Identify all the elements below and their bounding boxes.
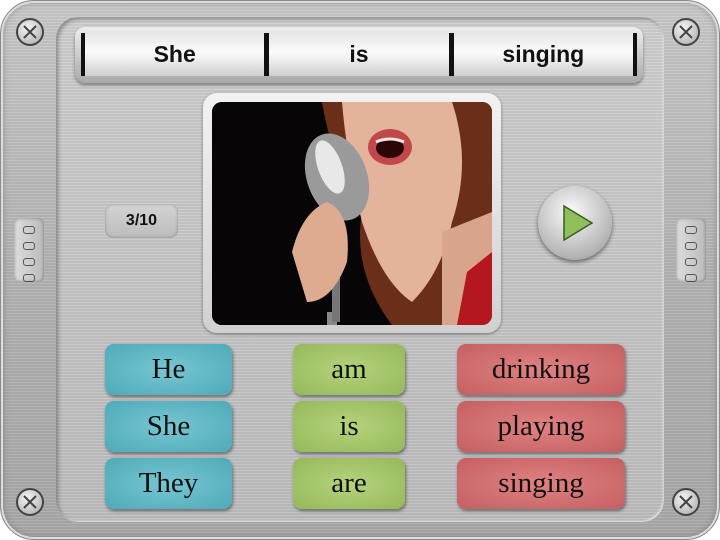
singer-photo — [212, 102, 492, 325]
word-button-am[interactable]: am — [293, 344, 405, 395]
word-button-are[interactable]: are — [293, 458, 405, 509]
play-button[interactable] — [538, 186, 612, 260]
picture-frame — [203, 93, 501, 333]
left-grip — [14, 218, 44, 282]
sentence-slot-1: She — [85, 33, 265, 76]
word-button-singing[interactable]: singing — [457, 458, 625, 509]
screw-icon — [16, 18, 44, 46]
word-button-they[interactable]: They — [105, 458, 232, 509]
sentence-display: She is singing — [75, 27, 643, 83]
screw-icon — [672, 18, 700, 46]
question-counter: 3/10 — [105, 204, 178, 238]
right-grip — [676, 218, 706, 282]
sentence-slot-3: singing — [453, 33, 633, 76]
sentence-slot-2: is — [269, 33, 449, 76]
screw-icon — [672, 488, 700, 516]
word-button-drinking[interactable]: drinking — [457, 344, 625, 395]
play-triangle-icon — [563, 204, 594, 242]
word-button-is[interactable]: is — [293, 401, 405, 452]
word-button-he[interactable]: He — [105, 344, 232, 395]
screw-icon — [16, 488, 44, 516]
word-button-she[interactable]: She — [105, 401, 232, 452]
word-button-playing[interactable]: playing — [457, 401, 625, 452]
